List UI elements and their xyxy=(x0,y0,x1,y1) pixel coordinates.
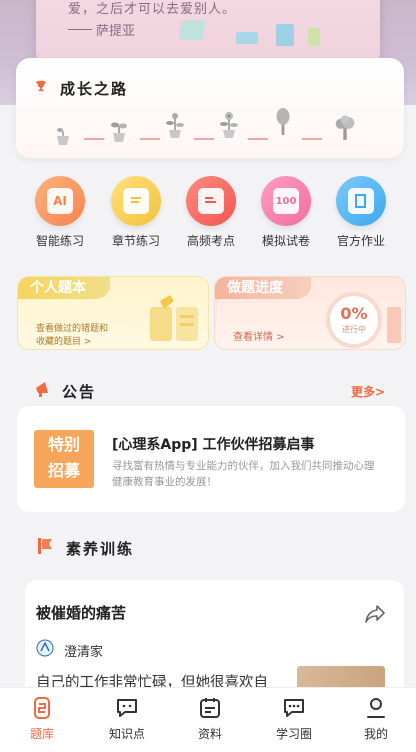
recruitment-image-line2: 招募 xyxy=(47,461,80,480)
feature-smart-practice[interactable]: AI 智能练习 xyxy=(25,176,95,249)
flag-icon xyxy=(38,538,52,554)
feature-label: 高频考点 xyxy=(186,234,235,248)
progress-decoration xyxy=(387,307,401,343)
banner-author: 萨提亚 xyxy=(96,24,136,39)
recruitment-image-line1: 特别 xyxy=(47,435,80,454)
growth-stage-tree xyxy=(334,114,356,146)
nav-label: 我的 xyxy=(363,727,388,741)
question-book-desc-1: 查看做过的错题和 xyxy=(36,324,109,334)
feature-chapter-practice[interactable]: 章节练习 xyxy=(101,176,171,249)
banner-decoration xyxy=(178,20,206,40)
feature-label: 章节练习 xyxy=(111,234,160,248)
trophy-icon xyxy=(35,80,47,92)
nav-materials[interactable]: 资料 xyxy=(170,697,250,742)
announcement-description: 寻找富有热情与专业能力的伙伴，加入我们共同推动心理健康教育事业的发展！ xyxy=(112,460,375,488)
growth-connector xyxy=(194,138,214,140)
nav-label: 题库 xyxy=(29,727,54,741)
growth-stage-flower xyxy=(218,110,240,142)
progress-title: 做题进度 xyxy=(215,277,311,299)
banner-quote-text: 爱，之后才可以去爱别人。 xyxy=(68,2,237,17)
feature-mock-exam[interactable]: 100 模拟试卷 xyxy=(251,176,321,249)
feature-label: 智能练习 xyxy=(35,234,84,248)
growth-connector xyxy=(302,138,322,140)
nav-question-bank[interactable]: 题库 xyxy=(2,697,82,742)
banner-decoration xyxy=(308,28,320,46)
study-circle-icon xyxy=(284,699,304,717)
share-icon[interactable] xyxy=(364,604,386,624)
ai-icon: AI xyxy=(35,176,85,226)
question-bank-icon xyxy=(34,697,50,719)
hot-points-icon xyxy=(186,176,236,226)
profile-icon xyxy=(367,698,385,718)
banner-decoration xyxy=(276,24,294,46)
announcement-section-title: 公告 xyxy=(62,383,97,401)
growth-stage-sapling xyxy=(272,108,294,140)
knowledge-icon xyxy=(117,699,137,717)
homework-icon xyxy=(336,176,386,226)
recruitment-image: 特别 招募 xyxy=(34,430,94,488)
progress-details-link[interactable]: 查看详情 > xyxy=(233,328,285,343)
author-avatar xyxy=(36,639,54,657)
nav-study-circle[interactable]: 学习圈 xyxy=(254,697,334,742)
nav-label: 学习圈 xyxy=(275,727,312,741)
bottom-navigation: 题库 知识点 资料 学习圈 我的 xyxy=(0,687,416,752)
question-book-title: 个人题本 xyxy=(18,277,110,299)
megaphone-icon xyxy=(36,382,48,397)
progress-status: 进行中 xyxy=(342,325,366,334)
growth-connector xyxy=(84,138,104,140)
growth-connector xyxy=(248,138,268,140)
banner-author-dash xyxy=(68,29,92,30)
personal-question-book-card[interactable]: 个人题本 查看做过的错题和 收藏的题目 > xyxy=(17,276,209,350)
practice-progress-card[interactable]: 做题进度 查看详情 > 0% 进行中 xyxy=(214,276,406,350)
banner-decoration xyxy=(236,32,258,44)
exam-paper-icon: 100 xyxy=(261,176,311,226)
announcement-title: [心理系App] 工作伙伴招募启事 xyxy=(112,437,315,453)
feature-label: 官方作业 xyxy=(336,234,385,248)
nav-knowledge[interactable]: 知识点 xyxy=(87,697,167,742)
growth-stage-bud xyxy=(164,110,186,142)
training-section-title: 素养训练 xyxy=(66,540,135,558)
growth-stage-sprout xyxy=(108,115,130,147)
feature-hot-points[interactable]: 高频考点 xyxy=(176,176,246,249)
growth-stage-seed xyxy=(52,118,74,150)
growth-title: 成长之路 xyxy=(60,80,129,98)
feature-official-homework[interactable]: 官方作业 xyxy=(326,176,396,249)
nav-profile[interactable]: 我的 xyxy=(336,697,416,742)
progress-percent: 0% xyxy=(340,304,368,323)
article-title: 被催婚的痛苦 xyxy=(36,604,127,622)
article-author: 澄清家 xyxy=(64,645,104,660)
book-icon xyxy=(111,176,161,226)
growth-connector xyxy=(140,138,160,140)
announcement-more-link[interactable]: 更多> xyxy=(351,383,385,400)
nav-label: 资料 xyxy=(197,727,222,741)
notebook-icon xyxy=(150,295,198,341)
materials-icon xyxy=(200,698,220,718)
nav-label: 知识点 xyxy=(108,727,145,741)
question-book-desc-2: 收藏的题目 > xyxy=(36,337,92,347)
feature-label: 模拟试卷 xyxy=(261,234,310,248)
